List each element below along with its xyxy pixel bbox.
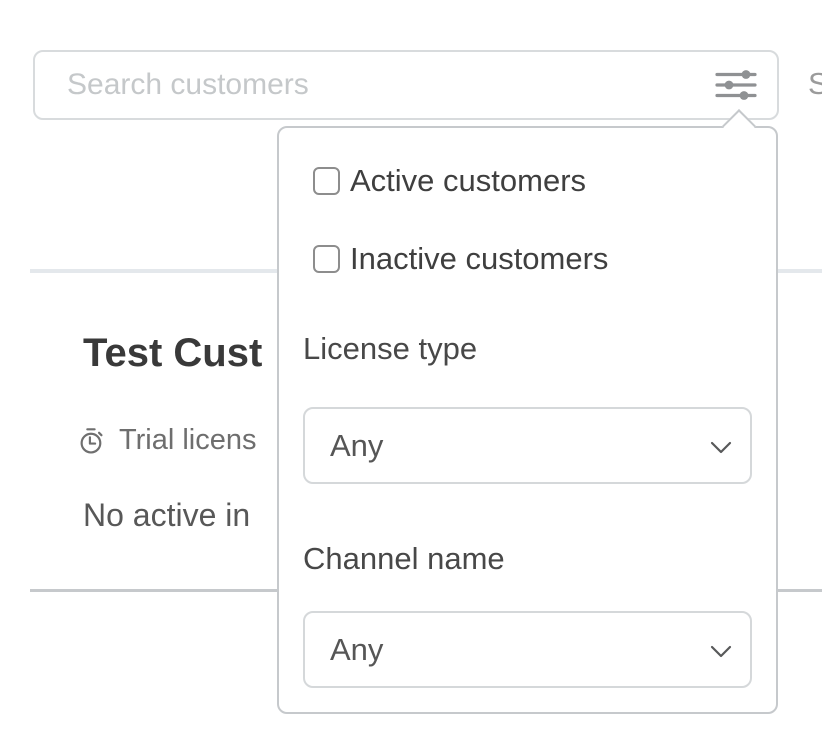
license-type-select[interactable]: Any	[303, 407, 752, 484]
chevron-down-icon	[710, 441, 732, 455]
channel-name-select[interactable]: Any	[303, 611, 752, 688]
inactive-customers-option[interactable]: Inactive customers	[313, 241, 608, 277]
customer-name-heading: Test Cust	[83, 331, 262, 376]
timer-icon	[78, 427, 106, 455]
license-text: Trial licens	[119, 424, 257, 457]
active-customers-checkbox[interactable]	[313, 167, 340, 195]
license-type-label: License type	[303, 331, 477, 367]
active-customers-option[interactable]: Active customers	[313, 163, 586, 199]
selected-value: Any	[330, 632, 383, 668]
checkbox-label: Inactive customers	[350, 241, 608, 277]
selected-value: Any	[330, 428, 383, 464]
no-active-status-text: No active in	[83, 497, 250, 534]
clipped-text-right: S	[808, 66, 822, 102]
checkbox-label: Active customers	[350, 163, 586, 199]
filter-button[interactable]	[715, 70, 757, 100]
inactive-customers-checkbox[interactable]	[313, 245, 340, 273]
channel-name-label: Channel name	[303, 541, 505, 577]
search-input[interactable]	[35, 52, 715, 118]
chevron-down-icon	[710, 645, 732, 659]
sliders-icon	[715, 70, 757, 100]
filter-popover: Active customers Inactive customers Lice…	[277, 126, 778, 714]
customer-search-box	[33, 50, 779, 120]
license-row: Trial licens	[78, 424, 257, 457]
